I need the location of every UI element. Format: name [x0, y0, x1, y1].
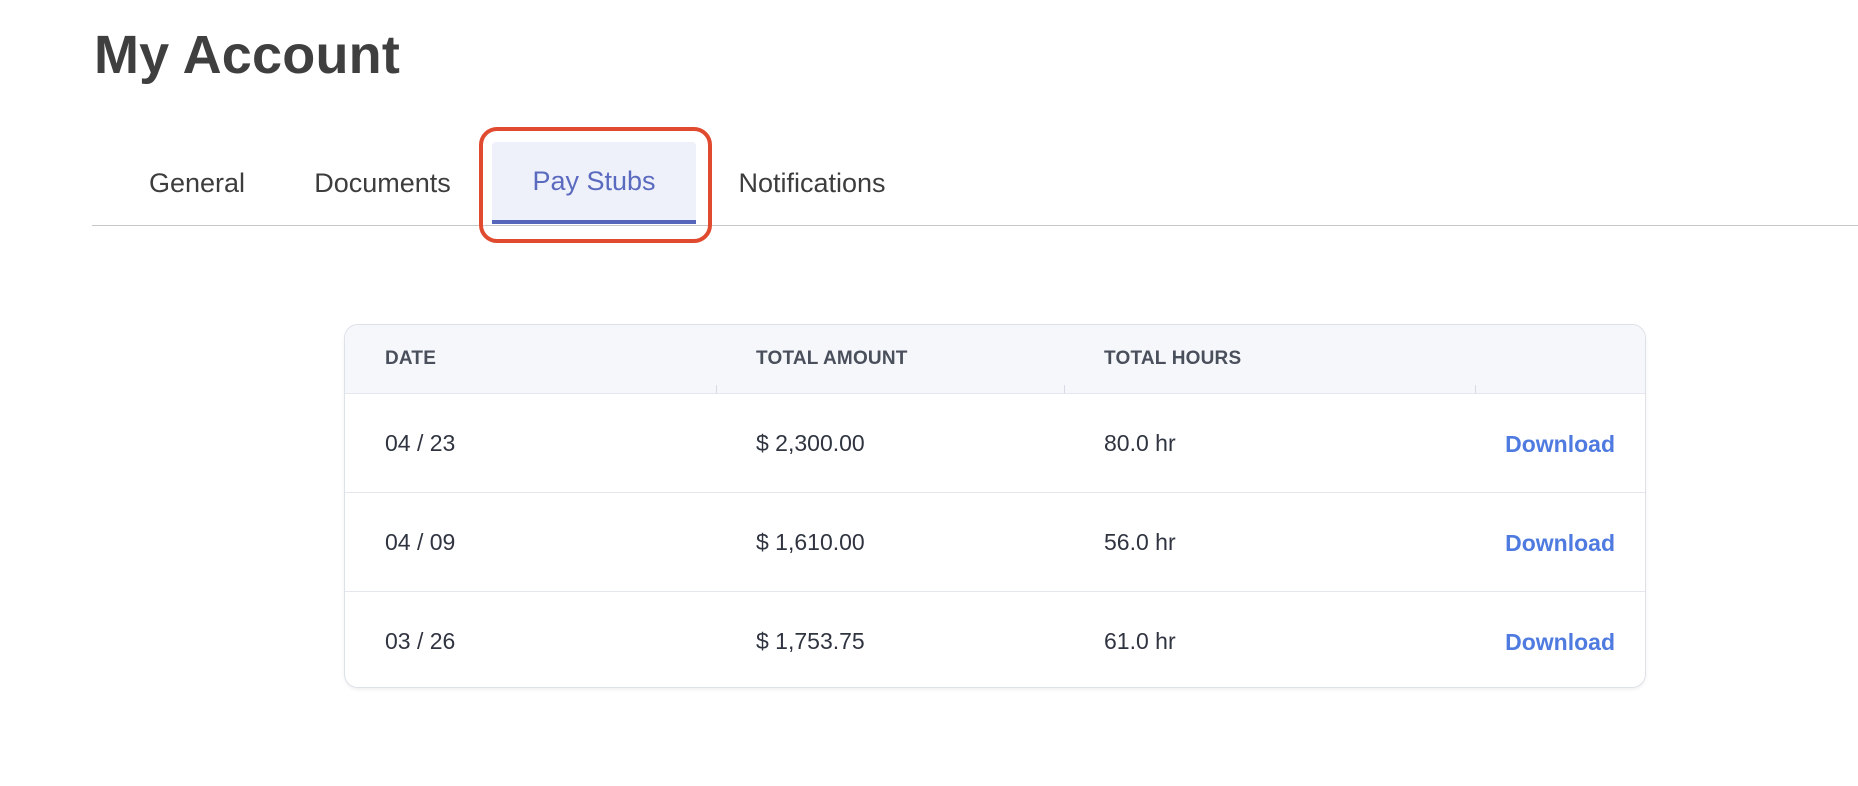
tab-general[interactable]: General [122, 142, 272, 224]
column-header-total-amount: TOTAL AMOUNT [756, 348, 908, 369]
page-title: My Account [94, 25, 401, 85]
download-link[interactable]: Download [1505, 493, 1615, 591]
pay-stubs-table: DATE TOTAL AMOUNT TOTAL HOURS 04 / 23 $ … [344, 324, 1646, 688]
column-divider [716, 385, 717, 393]
download-link[interactable]: Download [1505, 394, 1615, 492]
row-total-amount: $ 1,610.00 [756, 529, 865, 555]
my-account-page: My Account General Documents Pay Stubs N… [0, 0, 1858, 786]
table-row: 03 / 26 $ 1,753.75 61.0 hr Download [345, 592, 1645, 687]
tab-pay-stubs[interactable]: Pay Stubs [492, 142, 696, 224]
table-row: 04 / 23 $ 2,300.00 80.0 hr Download [345, 394, 1645, 493]
column-header-date: DATE [385, 348, 437, 369]
column-divider [1064, 385, 1065, 393]
row-date: 03 / 26 [385, 628, 456, 654]
row-total-hours: 56.0 hr [1104, 529, 1176, 555]
row-total-amount: $ 1,753.75 [756, 628, 865, 654]
row-date: 04 / 09 [385, 529, 456, 555]
row-total-hours: 61.0 hr [1104, 628, 1176, 654]
tab-documents[interactable]: Documents [290, 142, 475, 224]
download-link[interactable]: Download [1505, 592, 1615, 687]
table-header: DATE TOTAL AMOUNT TOTAL HOURS [345, 325, 1645, 394]
table-row: 04 / 09 $ 1,610.00 56.0 hr Download [345, 493, 1645, 592]
tab-notifications[interactable]: Notifications [712, 142, 912, 224]
account-tabs: General Documents Pay Stubs Notification… [92, 126, 1858, 226]
row-total-hours: 80.0 hr [1104, 430, 1176, 456]
column-header-total-hours: TOTAL HOURS [1104, 348, 1242, 369]
column-divider [1475, 385, 1476, 393]
row-total-amount: $ 2,300.00 [756, 430, 865, 456]
row-date: 04 / 23 [385, 430, 456, 456]
